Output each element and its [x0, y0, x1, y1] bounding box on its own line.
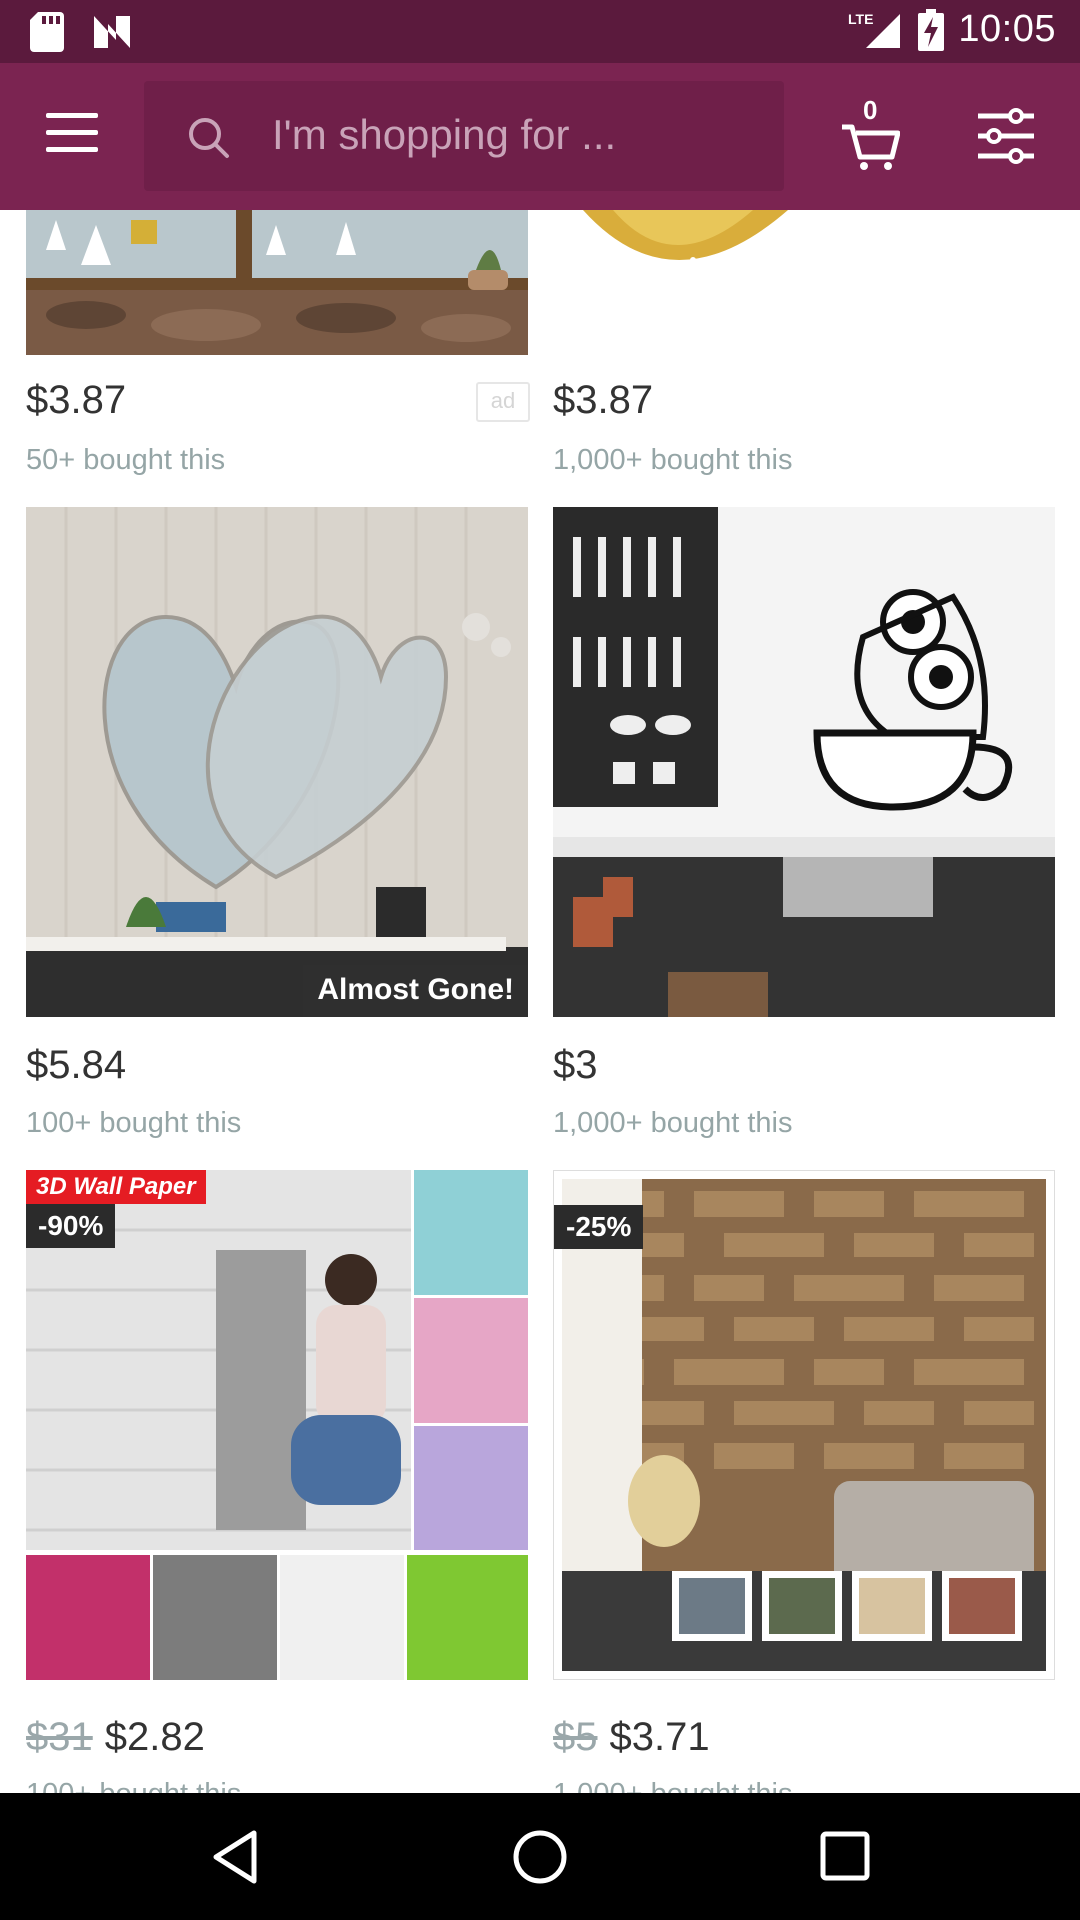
product-price-row: $5 $3.71: [553, 1715, 710, 1760]
product-price-row: $31 $2.82: [26, 1715, 205, 1760]
product-image[interactable]: [26, 210, 528, 355]
product-price: $2.82: [104, 1715, 205, 1759]
heart-mirror-image: [26, 507, 528, 1017]
battery-charging-icon: [918, 8, 945, 51]
cart-button[interactable]: 0: [840, 95, 901, 171]
product-price: $5.84: [26, 1043, 127, 1087]
search-placeholder: I'm shopping for ...: [272, 111, 617, 158]
product-price: $3: [553, 1043, 598, 1087]
product-price-row: $3: [553, 1043, 598, 1088]
product-image[interactable]: [553, 210, 1055, 355]
back-icon[interactable]: [210, 1829, 260, 1885]
product-image[interactable]: [553, 507, 1055, 1017]
original-price: $31: [26, 1715, 93, 1759]
product-image[interactable]: -25%: [553, 1170, 1055, 1680]
recents-icon[interactable]: [820, 1831, 870, 1881]
almost-gone-badge: Almost Gone!: [303, 965, 528, 1017]
product-card[interactable]: 3D Wall Paper -90% $31$2.82 100+ bought …: [26, 1170, 528, 1793]
svg-text:LTE: LTE: [848, 11, 873, 27]
promo-banner: 3D Wall Paper: [26, 1170, 206, 1204]
product-card[interactable]: -25% $5$3.71 1,000+ bought this: [553, 1170, 1055, 1793]
filter-button[interactable]: [976, 108, 1036, 164]
product-card[interactable]: $3.87 ad 50+ bought this: [26, 210, 530, 490]
product-price-row: $3.87: [26, 378, 126, 423]
bought-count: 100+ bought this: [26, 1778, 241, 1793]
filter-icon: [978, 108, 1034, 164]
ad-badge: ad: [476, 382, 530, 422]
product-price-row: $5.84: [26, 1043, 126, 1088]
product-card[interactable]: $3.87 1,000+ bought this: [553, 210, 1055, 490]
menu-button[interactable]: [46, 113, 98, 157]
status-bar: LTE 10:05: [0, 0, 1080, 63]
home-icon[interactable]: [512, 1829, 568, 1885]
clock: 10:05: [958, 8, 1056, 50]
owl-cup-decal-image: [553, 507, 1055, 1017]
notification-n-icon: [94, 16, 130, 48]
product-card[interactable]: $3 1,000+ bought this: [553, 507, 1055, 1147]
gold-mirror-image: [553, 210, 1055, 355]
bought-count: 1,000+ bought this: [553, 1107, 793, 1139]
discount-badge: -25%: [554, 1205, 644, 1249]
cart-count: 0: [863, 95, 878, 125]
discount-badge: -90%: [26, 1204, 116, 1248]
bought-count: 50+ bought this: [26, 444, 226, 476]
product-price-row: $3.87: [553, 378, 653, 423]
product-image[interactable]: 3D Wall Paper -90%: [26, 1170, 528, 1680]
bought-count: 1,000+ bought this: [553, 444, 793, 476]
product-grid[interactable]: $3.87 ad 50+ bought this $3.87 1,000+ bo…: [0, 210, 1080, 1793]
bought-count: 100+ bought this: [26, 1107, 242, 1139]
product-card[interactable]: Almost Gone! $5.84 100+ bought this: [26, 507, 528, 1147]
search-input[interactable]: I'm shopping for ...: [144, 81, 784, 191]
original-price: $5: [553, 1715, 598, 1759]
product-price: $3.87: [26, 378, 127, 422]
system-nav-bar: [0, 1793, 1080, 1920]
product-image[interactable]: Almost Gone!: [26, 507, 528, 1017]
menu-icon: [46, 113, 98, 152]
search-icon: [189, 118, 229, 158]
product-price: $3.71: [609, 1715, 710, 1759]
bought-count: 1,000+ bought this: [553, 1778, 792, 1793]
window-decor-image: [26, 210, 528, 355]
lte-signal-icon: LTE: [848, 11, 901, 48]
product-price: $3.87: [553, 378, 654, 422]
sd-card-icon: [30, 12, 64, 52]
app-bar: I'm shopping for ... 0: [0, 63, 1080, 210]
